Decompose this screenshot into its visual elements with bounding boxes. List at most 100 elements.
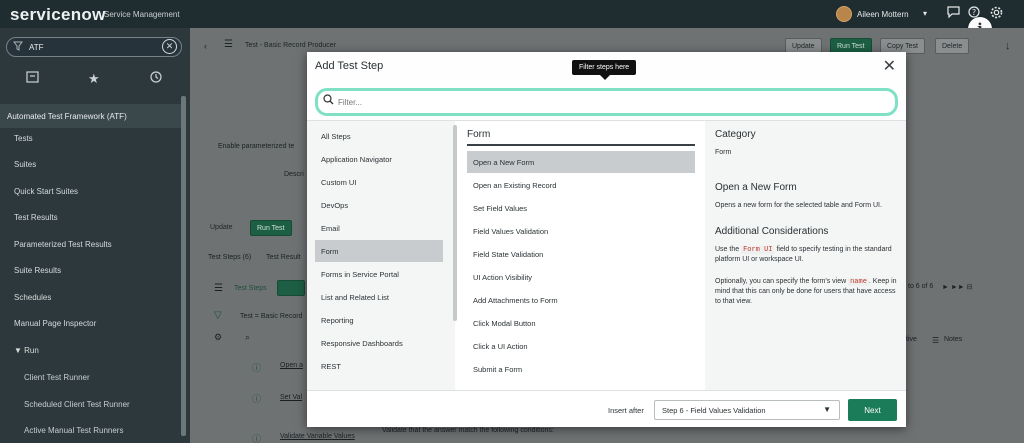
- nav-item-suites[interactable]: Suites: [14, 160, 36, 169]
- nav-item-schedules[interactable]: Schedules: [14, 293, 51, 302]
- dialog-title: Add Test Step: [315, 60, 384, 72]
- category-rest[interactable]: REST: [315, 355, 443, 377]
- search-icon[interactable]: ⌕: [245, 332, 250, 343]
- step-filter-field[interactable]: [315, 88, 898, 116]
- nav-item-tests[interactable]: Tests: [14, 134, 33, 143]
- back-icon[interactable]: ‹: [204, 41, 207, 51]
- step-open-an-existing-record[interactable]: Open an Existing Record: [467, 174, 695, 196]
- category-all-steps[interactable]: All Steps: [315, 125, 443, 147]
- filter-icon: [13, 41, 23, 54]
- category-value: Form: [715, 149, 732, 156]
- gear-icon[interactable]: [990, 6, 1003, 22]
- nav-item-parameterized-test-results[interactable]: Parameterized Test Results: [14, 240, 112, 249]
- star-icon[interactable]: ★: [88, 71, 100, 87]
- step-set-field-values[interactable]: Set Field Values: [467, 197, 695, 219]
- info-icon[interactable]: ⓘ: [252, 361, 261, 374]
- category-application-navigator[interactable]: Application Navigator: [315, 148, 443, 170]
- insert-after-label: Insert after: [608, 406, 644, 415]
- new-step-button[interactable]: [277, 280, 305, 296]
- step-list-heading: Form: [467, 129, 695, 146]
- add-test-step-dialog: Add Test Step ✕ Filter steps here All St…: [307, 52, 906, 427]
- navigator-filter[interactable]: ATF ✕: [6, 37, 182, 57]
- category-form[interactable]: Form: [315, 240, 443, 262]
- insert-after-select[interactable]: Step 6 - Field Values Validation ▼: [654, 400, 840, 420]
- product-name: Service Management: [104, 10, 180, 19]
- tab-test-results[interactable]: Test Result: [266, 254, 301, 261]
- user-menu-caret-icon[interactable]: ▾: [923, 9, 927, 18]
- step-link[interactable]: Set Val: [280, 394, 302, 401]
- column-menu-icon[interactable]: ☰: [932, 336, 939, 345]
- step-click-modal-button[interactable]: Click Modal Button: [467, 312, 695, 334]
- nav-section-run[interactable]: ▼ Run: [14, 346, 39, 355]
- dialog-footer: Insert after Step 6 - Field Values Valid…: [307, 390, 906, 427]
- nav-item-active-manual-test-runners[interactable]: Active Manual Test Runners: [24, 426, 123, 435]
- category-custom-ui[interactable]: Custom UI: [315, 171, 443, 193]
- step-field-state-validation[interactable]: Field State Validation: [467, 243, 695, 265]
- step-detail-description: Opens a new form for the selected table …: [715, 202, 882, 209]
- step-link[interactable]: Open a: [280, 362, 303, 369]
- category-responsive-dashboards[interactable]: Responsive Dashboards: [315, 332, 443, 354]
- category-devops[interactable]: DevOps: [315, 194, 443, 216]
- menu-icon[interactable]: ☰: [224, 39, 233, 50]
- pager-text: to 6 of 6: [908, 283, 934, 290]
- run-test-button-bottom[interactable]: Run Test: [250, 220, 292, 236]
- search-icon: [323, 94, 334, 108]
- nav-item-suite-results[interactable]: Suite Results: [14, 266, 61, 275]
- step-picker: All Steps Application Navigator Custom U…: [307, 120, 906, 391]
- column-header-notes[interactable]: Notes: [944, 336, 962, 343]
- step-add-attachments-to-form[interactable]: Add Attachments to Form: [467, 289, 695, 311]
- field-name-code: name: [848, 278, 869, 286]
- clear-filter-icon[interactable]: ✕: [162, 39, 177, 54]
- list-menu-icon[interactable]: ☰: [214, 283, 223, 294]
- category-list: All Steps Application Navigator Custom U…: [307, 121, 455, 391]
- funnel-icon[interactable]: ▽: [214, 310, 222, 321]
- svg-text:?: ?: [972, 8, 976, 17]
- consideration-text: Use the: [715, 246, 740, 253]
- history-icon[interactable]: [150, 71, 162, 86]
- consideration-form-ui: Use the Form UI field to specify testing…: [715, 245, 899, 265]
- form-label: Descri: [284, 171, 304, 178]
- step-click-a-ui-action[interactable]: Click a UI Action: [467, 335, 695, 357]
- servicenow-logo[interactable]: servicenow: [10, 5, 106, 25]
- chevron-down-icon: ▼: [823, 405, 831, 414]
- step-list: Form Open a New Form Open an Existing Re…: [457, 121, 705, 391]
- column-header[interactable]: tive: [906, 336, 917, 343]
- filter-tooltip: Filter steps here: [572, 60, 637, 80]
- avatar[interactable]: [836, 6, 852, 22]
- category-email[interactable]: Email: [315, 217, 443, 239]
- step-link[interactable]: Validate Variable Values: [280, 433, 355, 440]
- nav-item-client-test-runner[interactable]: Client Test Runner: [24, 373, 90, 382]
- step-filter-input[interactable]: [338, 95, 878, 109]
- nav-item-test-results[interactable]: Test Results: [14, 213, 58, 222]
- delete-button[interactable]: Delete: [935, 38, 970, 54]
- pager-nav-icon[interactable]: ► ►► ⊟: [942, 283, 973, 291]
- nav-item-scheduled-client-test-runner[interactable]: Scheduled Client Test Runner: [24, 400, 130, 409]
- tab-test-steps[interactable]: Test Steps (6): [208, 254, 251, 261]
- nav-item-quick-start-suites[interactable]: Quick Start Suites: [14, 187, 78, 196]
- considerations-title: Additional Considerations: [715, 226, 829, 237]
- all-apps-icon[interactable]: [26, 71, 39, 86]
- module-title[interactable]: Automated Test Framework (ATF): [0, 104, 181, 128]
- step-field-values-validation[interactable]: Field Values Validation: [467, 220, 695, 242]
- update-button-bottom[interactable]: Update: [204, 220, 239, 236]
- step-open-a-new-form[interactable]: Open a New Form: [467, 151, 695, 173]
- navigator-scrollbar[interactable]: [181, 96, 186, 436]
- info-icon[interactable]: ⓘ: [252, 432, 261, 443]
- info-icon[interactable]: ⓘ: [252, 392, 261, 405]
- navigator-filter-value[interactable]: ATF: [29, 43, 44, 52]
- nav-item-manual-page-inspector[interactable]: Manual Page Inspector: [14, 319, 96, 328]
- next-button[interactable]: Next: [848, 399, 897, 421]
- gear-icon[interactable]: ⚙: [214, 332, 222, 343]
- user-menu[interactable]: Aileen Mottern: [857, 10, 909, 19]
- chat-icon[interactable]: [947, 6, 960, 21]
- category-reporting[interactable]: Reporting: [315, 309, 443, 331]
- category-forms-in-service-portal[interactable]: Forms in Service Portal: [315, 263, 443, 285]
- category-list-and-related-list[interactable]: List and Related List: [315, 286, 443, 308]
- step-submit-a-form[interactable]: Submit a Form: [467, 358, 695, 380]
- step-ui-action-visibility[interactable]: UI Action Visibility: [467, 266, 695, 288]
- down-arrow-icon[interactable]: ↓: [1005, 40, 1011, 52]
- step-detail-panel: Category Form Open a New Form Opens a ne…: [705, 121, 906, 391]
- close-icon[interactable]: ✕: [883, 56, 896, 76]
- step-description: Validate that the answer match the follo…: [382, 427, 554, 434]
- top-banner: servicenow Service Management Aileen Mot…: [0, 0, 1024, 28]
